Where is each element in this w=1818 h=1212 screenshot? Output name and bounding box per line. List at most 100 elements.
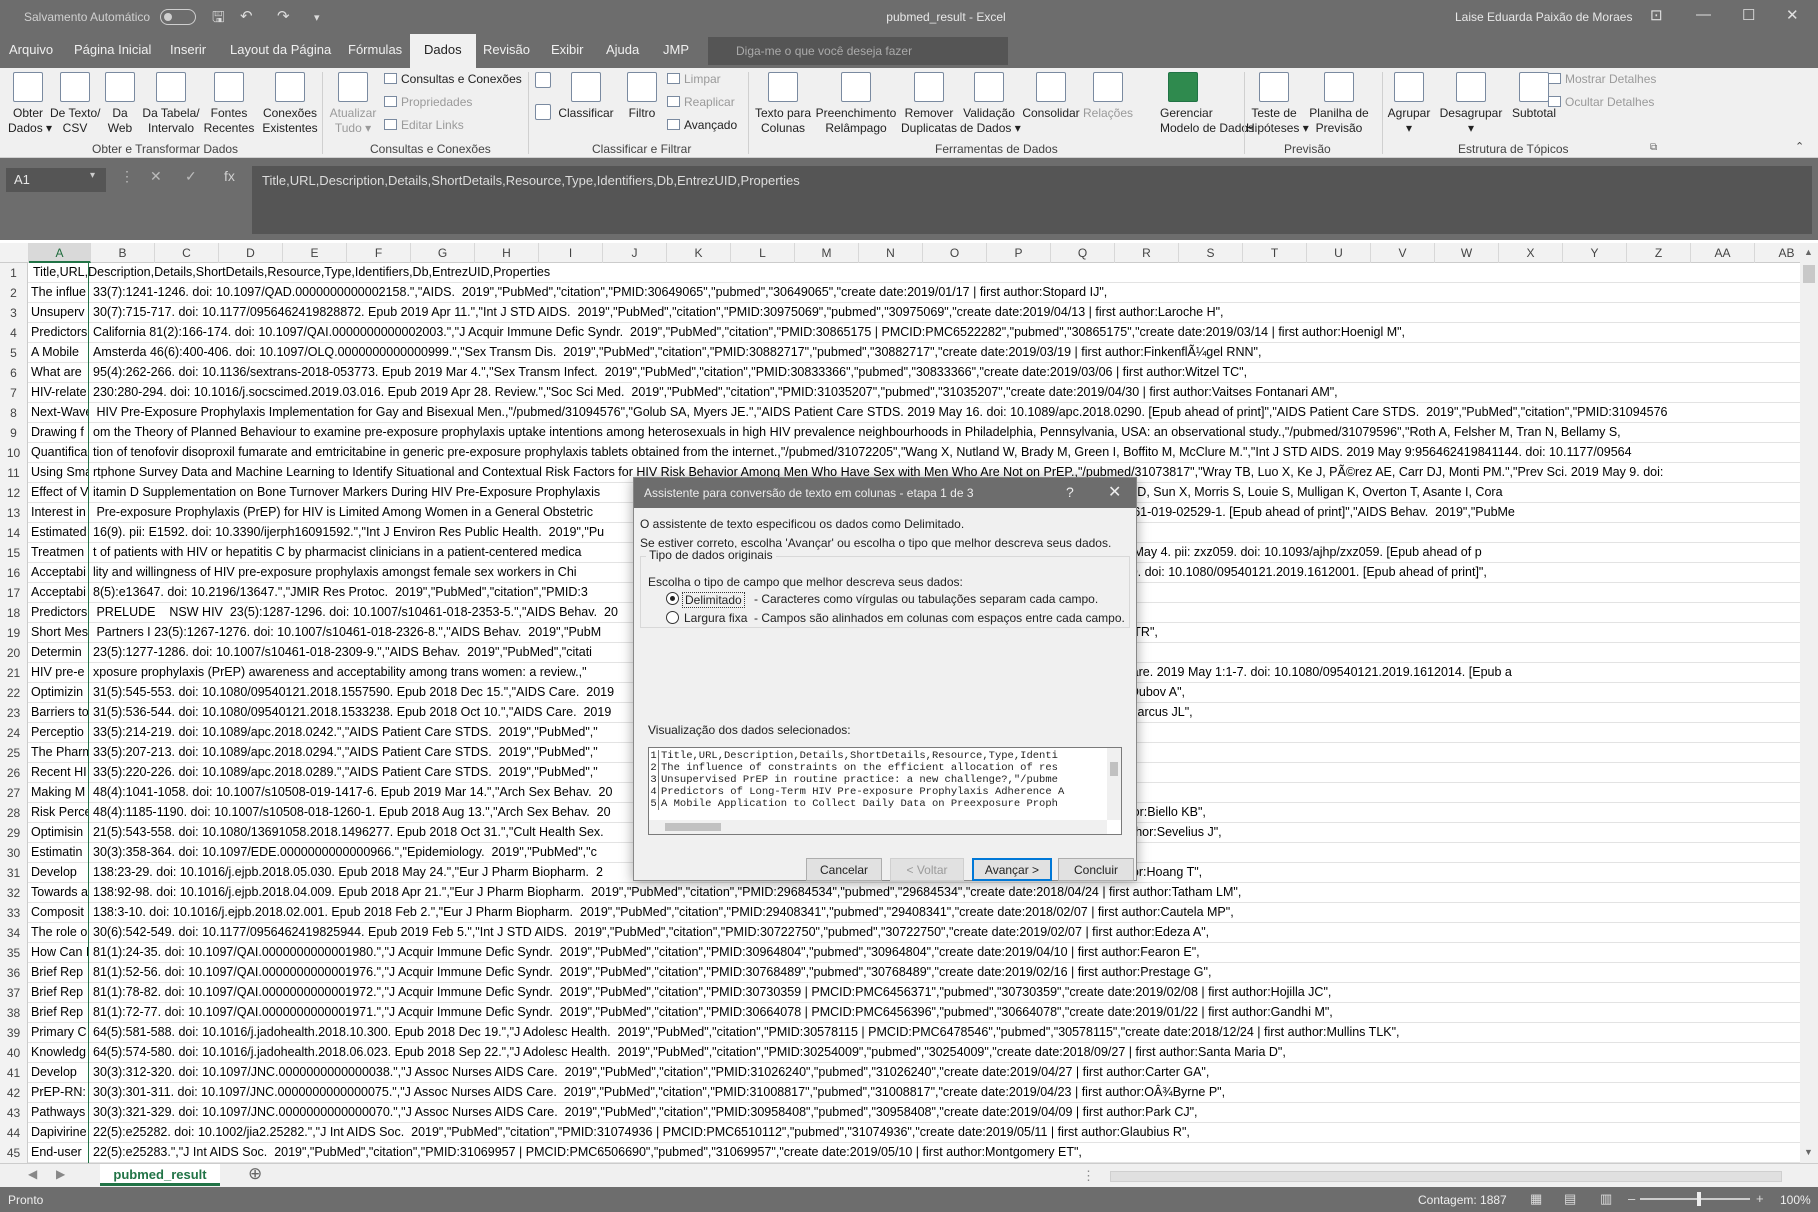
gerenciar-modelo-button[interactable]: Gerenciar Modelo de Dados <box>1160 72 1254 136</box>
zoom-out-icon[interactable]: – <box>1628 1191 1635 1206</box>
horizontal-scrollbar[interactable] <box>1110 1171 1782 1182</box>
row-number[interactable]: 23 <box>0 703 28 723</box>
texto-para-colunas-button[interactable]: Texto para Colunas <box>752 72 814 136</box>
next-button[interactable]: Avançar > <box>972 858 1052 881</box>
cell-content[interactable]: 33(7):1241-1246. doi: 10.1097/QAD.000000… <box>91 283 1109 303</box>
customize-toolbar-icon[interactable]: ▾ <box>314 11 320 24</box>
zoom-in-icon[interactable]: + <box>1756 1191 1764 1206</box>
column-header-v[interactable]: V <box>1371 243 1435 263</box>
column-header-ab[interactable]: AB <box>1755 243 1800 263</box>
vertical-scrollbar[interactable]: ▲ ▼ <box>1800 243 1818 1163</box>
filtro-button[interactable]: Filtro <box>624 72 660 121</box>
row-number[interactable]: 33 <box>0 903 28 923</box>
row-number[interactable]: 32 <box>0 883 28 903</box>
cell-content[interactable]: 81(1):24-35. doi: 10.1097/QAI.0000000000… <box>91 943 1202 963</box>
cell-a[interactable]: Predictors <box>29 323 89 343</box>
cell-content[interactable]: 138:3-10. doi: 10.1016/j.ejpb.2018.02.00… <box>91 903 1236 923</box>
row-number[interactable]: 5 <box>0 343 28 363</box>
column-header-n[interactable]: N <box>859 243 923 263</box>
cell-a[interactable]: Dapivirine <box>29 1123 89 1143</box>
redo-icon[interactable]: ↷ <box>277 7 290 25</box>
cell-content[interactable]: Title,URL,Description,Details,ShortDetai… <box>31 263 552 283</box>
select-all-corner[interactable] <box>0 243 29 263</box>
cell-a[interactable]: Estimatin <box>29 843 89 863</box>
ocultar-detalhes-button[interactable]: Ocultar Detalhes <box>1548 95 1654 109</box>
obter-dados-button[interactable]: Obter Dados ▾ <box>8 72 52 136</box>
cell-content[interactable]: 81(1):52-56. doi: 10.1097/QAI.0000000000… <box>91 963 1213 983</box>
cell-content[interactable]: om the Theory of Planned Behaviour to ex… <box>91 423 1623 443</box>
row-number[interactable]: 27 <box>0 783 28 803</box>
cell-content[interactable]: 81(1):78-82. doi: 10.1097/QAI.0000000000… <box>91 983 1333 1003</box>
column-header-g[interactable]: G <box>411 243 475 263</box>
finish-button[interactable]: Concluir <box>1058 858 1134 881</box>
column-header-b[interactable]: B <box>91 243 155 263</box>
cell-content[interactable]: 30(6):542-549. doi: 10.1177/095646241982… <box>91 923 1211 943</box>
cell-content[interactable]: 22(5):e25283.","J Int AIDS Soc. 2019","P… <box>91 1143 1084 1163</box>
column-header-m[interactable]: M <box>795 243 859 263</box>
scroll-thumb[interactable] <box>1803 265 1815 283</box>
cell-content[interactable]: 30(3):321-329. doi: 10.1097/JNC.00000000… <box>91 1103 1200 1123</box>
column-header-w[interactable]: W <box>1435 243 1499 263</box>
sort-az-button[interactable] <box>534 72 552 92</box>
cell-content[interactable]: tion of tenofovir disoproxil fumarate an… <box>91 443 1634 463</box>
row-number[interactable]: 7 <box>0 383 28 403</box>
delimited-radio[interactable] <box>666 592 679 605</box>
row-number[interactable]: 35 <box>0 943 28 963</box>
tab-ajuda[interactable]: Ajuda <box>606 42 639 57</box>
undo-icon[interactable]: ↶ <box>240 7 253 25</box>
cell-a[interactable]: The role o <box>29 923 89 943</box>
tab-inserir[interactable]: Inserir <box>170 42 206 57</box>
cell-content[interactable]: 95(4):262-266. doi: 10.1136/sextrans-201… <box>91 363 1249 383</box>
cell-a[interactable]: HIV-relate <box>29 383 89 403</box>
preview-vscroll-thumb[interactable] <box>1110 762 1118 776</box>
preenchimento-relampago-button[interactable]: Preenchimento Relâmpago <box>814 72 898 136</box>
tab-dados[interactable]: Dados <box>410 34 476 68</box>
row-number[interactable]: 2 <box>0 283 28 303</box>
column-header-k[interactable]: K <box>667 243 731 263</box>
tab-pagina-inicial[interactable]: Página Inicial <box>74 42 151 57</box>
row-number[interactable]: 40 <box>0 1043 28 1063</box>
row-number[interactable]: 31 <box>0 863 28 883</box>
row-number[interactable]: 20 <box>0 643 28 663</box>
cell-a[interactable]: How Can I <box>29 943 89 963</box>
cell-content[interactable]: Amsterda 46(6):400-406. doi: 10.1097/OLQ… <box>91 343 1263 363</box>
collapse-ribbon-icon[interactable]: ⌃ <box>1795 140 1804 153</box>
column-header-y[interactable]: Y <box>1563 243 1627 263</box>
cell-a[interactable]: Develop <box>29 1063 89 1083</box>
column-header-f[interactable]: F <box>347 243 411 263</box>
column-header-r[interactable]: R <box>1115 243 1179 263</box>
next-sheet-icon[interactable]: ▶ <box>56 1167 65 1181</box>
cell-a[interactable]: A Mobile <box>29 343 89 363</box>
save-icon[interactable]: 🖫 <box>212 7 225 32</box>
column-header-s[interactable]: S <box>1179 243 1243 263</box>
tell-me-search[interactable]: Diga-me o que você deseja fazer <box>708 37 1008 65</box>
row-number[interactable]: 4 <box>0 323 28 343</box>
row-number[interactable]: 44 <box>0 1123 28 1143</box>
column-header-c[interactable]: C <box>155 243 219 263</box>
minimize-icon[interactable]: — <box>1696 6 1711 23</box>
row-number[interactable]: 6 <box>0 363 28 383</box>
row-number[interactable]: 30 <box>0 843 28 863</box>
conexoes-existentes-button[interactable]: Conexões Existentes <box>262 72 318 136</box>
cell-a[interactable]: Making M <box>29 783 89 803</box>
cell-a[interactable]: Knowledg <box>29 1043 89 1063</box>
planilha-previsao-button[interactable]: Planilha de Previsão <box>1304 72 1374 136</box>
column-header-t[interactable]: T <box>1243 243 1307 263</box>
column-header-a[interactable]: A <box>29 243 91 263</box>
cell-content[interactable]: 30(3):301-311. doi: 10.1097/JNC.00000000… <box>91 1083 1227 1103</box>
row-number[interactable]: 34 <box>0 923 28 943</box>
row-number[interactable]: 26 <box>0 763 28 783</box>
row-number[interactable]: 19 <box>0 623 28 643</box>
tab-revisao[interactable]: Revisão <box>483 42 530 57</box>
cell-content[interactable]: 8(5):e13647. doi: 10.2196/13647.","JMIR … <box>91 583 590 603</box>
column-header-aa[interactable]: AA <box>1691 243 1755 263</box>
cell-a[interactable]: The influe <box>29 283 89 303</box>
mostrar-detalhes-button[interactable]: Mostrar Detalhes <box>1548 72 1656 86</box>
cell-content[interactable]: 64(5):574-580. doi: 10.1016/j.jadohealth… <box>91 1043 1288 1063</box>
tab-exibir[interactable]: Exibir <box>551 42 584 57</box>
delimited-label[interactable]: Delimitado <box>682 592 745 608</box>
cell-a[interactable]: Acceptabi <box>29 563 89 583</box>
cell-a[interactable]: Brief Rep <box>29 963 89 983</box>
cell-a[interactable]: Pathways <box>29 1103 89 1123</box>
cell-a[interactable]: Towards a <box>29 883 89 903</box>
